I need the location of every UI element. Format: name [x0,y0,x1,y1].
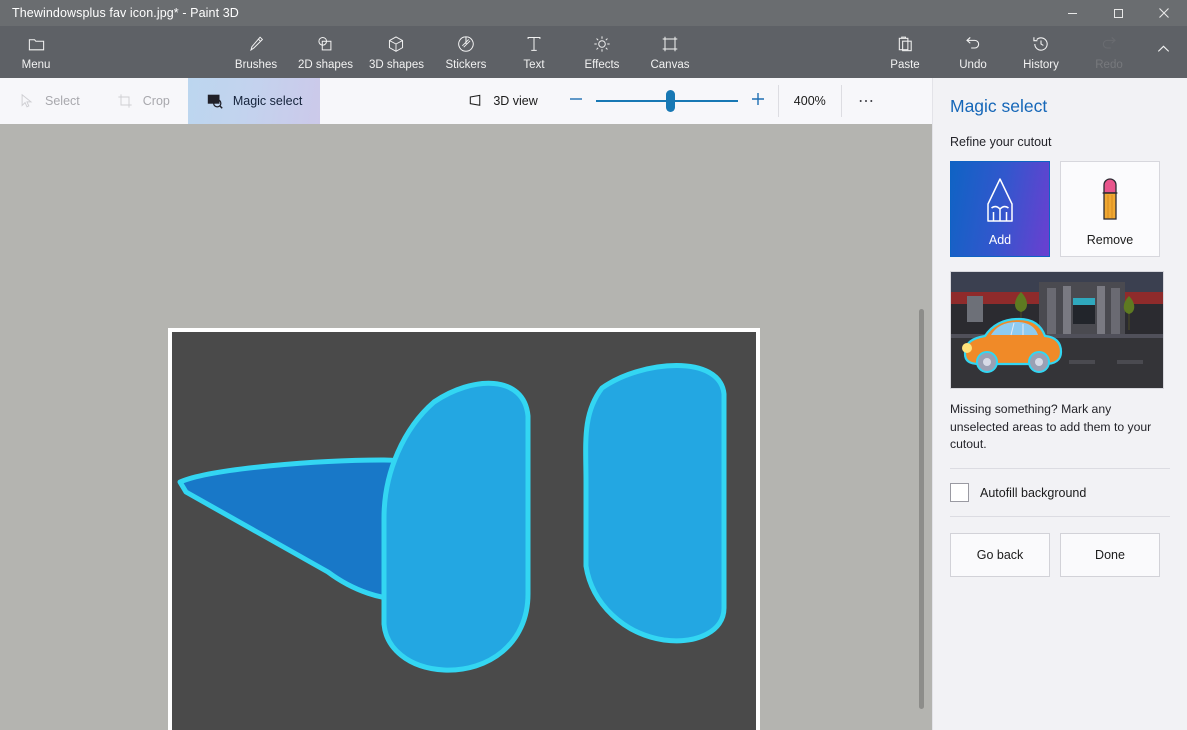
redo-icon [1099,32,1119,56]
canvas-frame [168,328,760,730]
autofill-background-checkbox[interactable] [950,483,969,503]
window-title: Thewindowsplus fav icon.jpg* - Paint 3D [12,6,239,20]
add-mode-label: Add [988,232,1012,247]
tool-magic-select[interactable]: Magic select [187,78,321,124]
ribbon-item-redo-label: Redo [1095,59,1123,71]
title-bar: Thewindowsplus fav icon.jpg* - Paint 3D [0,0,1187,26]
done-button[interactable]: Done [1060,533,1160,578]
ribbon-item-redo: Redo [1075,26,1143,78]
image-canvas[interactable] [172,332,756,730]
pencil-icon [981,172,1019,224]
orange-car-street-illustration [951,272,1163,388]
chevron-up-icon [1155,41,1172,63]
zoom-out-button[interactable] [556,78,596,124]
ribbon-item-paste-label: Paste [890,59,920,71]
autofill-background-row[interactable]: Autofill background [950,483,1187,503]
zoom-group: 3D view 400% ⋯ [448,78,891,124]
zoom-in-button[interactable] [738,78,778,124]
ribbon-item-canvas[interactable]: Canvas [636,26,704,78]
ribbon-collapse-button[interactable] [1143,26,1183,78]
ribbon-item-menu[interactable]: Menu [8,26,64,78]
paste-icon [896,32,915,56]
zoom-level-label[interactable]: 400% [779,78,841,124]
panel-divider [950,468,1170,470]
panel-subtitle: Refine your cutout [950,135,1052,149]
zoom-slider-thumb[interactable] [665,90,675,112]
ribbon-item-history-label: History [1023,59,1059,71]
eraser-icon [1093,172,1127,224]
tool-crop: Crop [98,78,188,124]
tool-3d-view[interactable]: 3D view [448,78,555,124]
panel-divider [950,516,1170,518]
ribbon-item-history[interactable]: History [1007,26,1075,78]
blue-w-logo-cutout [177,363,727,673]
ribbon-item-effects[interactable]: Effects [568,26,636,78]
more-options-button[interactable]: ⋯ [842,78,892,124]
brush-icon [246,32,266,56]
canvas-workspace[interactable] [0,124,932,730]
stickers-icon [456,32,476,56]
go-back-button[interactable]: Go back [950,533,1050,578]
tool-select-label: Select [45,94,80,108]
ribbon-item-stickers-label: Stickers [445,59,487,71]
ribbon-item-text[interactable]: Text [500,26,568,78]
remove-mode-label: Remove [1086,232,1134,247]
magic-select-panel: Magic select Refine your cutout Add Remo… [932,78,1187,730]
tool-magic-select-label: Magic select [232,94,303,108]
magic-select-icon [206,92,224,110]
canvas-vertical-scrollbar[interactable] [919,309,924,709]
ribbon-right-group: Paste Undo History Redo [871,26,1183,78]
folder-icon [27,32,46,56]
minus-icon [567,90,585,113]
panel-title: Magic select [950,96,1048,116]
ribbon-center-group: Brushes 2D shapes 3D shapes Stickers Tex… [222,26,704,78]
ribbon-item-2d-shapes-label: 2D shapes [298,59,353,71]
crop-icon [116,92,134,110]
undo-icon [963,32,983,56]
window-controls [1049,0,1187,26]
panel-action-buttons: Go back Done [950,533,1187,578]
plus-icon [749,90,767,113]
minimize-button[interactable] [1049,0,1095,26]
ribbon-item-effects-label: Effects [584,59,620,71]
3d-shapes-icon [386,32,406,56]
remove-mode-button[interactable]: Remove [1060,161,1160,257]
cursor-icon [18,92,36,110]
ribbon-item-undo-label: Undo [959,59,987,71]
panel-hint-text: Missing something? Mark any unselected a… [950,402,1152,452]
ribbon-item-brushes-label: Brushes [234,59,278,71]
ribbon-item-stickers[interactable]: Stickers [432,26,500,78]
text-icon [524,32,544,56]
ribbon-item-menu-label: Menu [21,59,51,71]
zoom-slider[interactable] [595,78,738,124]
ribbon-item-3d-shapes[interactable]: 3D shapes [361,26,432,78]
tool-crop-label: Crop [142,94,170,108]
maximize-button[interactable] [1095,0,1141,26]
3d-view-icon [466,92,484,110]
ribbon-item-canvas-label: Canvas [650,59,690,71]
ribbon-item-undo[interactable]: Undo [939,26,1007,78]
ribbon-item-paste[interactable]: Paste [871,26,939,78]
ribbon-item-text-label: Text [523,59,545,71]
ribbon-item-2d-shapes[interactable]: 2D shapes [290,26,361,78]
2d-shapes-icon [315,32,335,56]
effects-icon [592,32,612,56]
main-ribbon: Menu Brushes 2D shapes 3D shapes Sticker… [0,26,1187,78]
tool-3d-view-label: 3D view [493,94,538,108]
history-icon [1031,32,1051,56]
canvas-icon [660,32,680,56]
ribbon-item-3d-shapes-label: 3D shapes [368,59,424,71]
tool-select: Select [0,78,98,124]
ribbon-item-brushes[interactable]: Brushes [222,26,290,78]
refine-mode-group: Add Remove [950,161,1187,257]
preview-illustration [950,271,1164,389]
autofill-background-label: Autofill background [980,485,1087,500]
add-mode-button[interactable]: Add [950,161,1050,257]
close-button[interactable] [1141,0,1187,26]
paint3d-window: Thewindowsplus fav icon.jpg* - Paint 3D … [0,0,1187,730]
